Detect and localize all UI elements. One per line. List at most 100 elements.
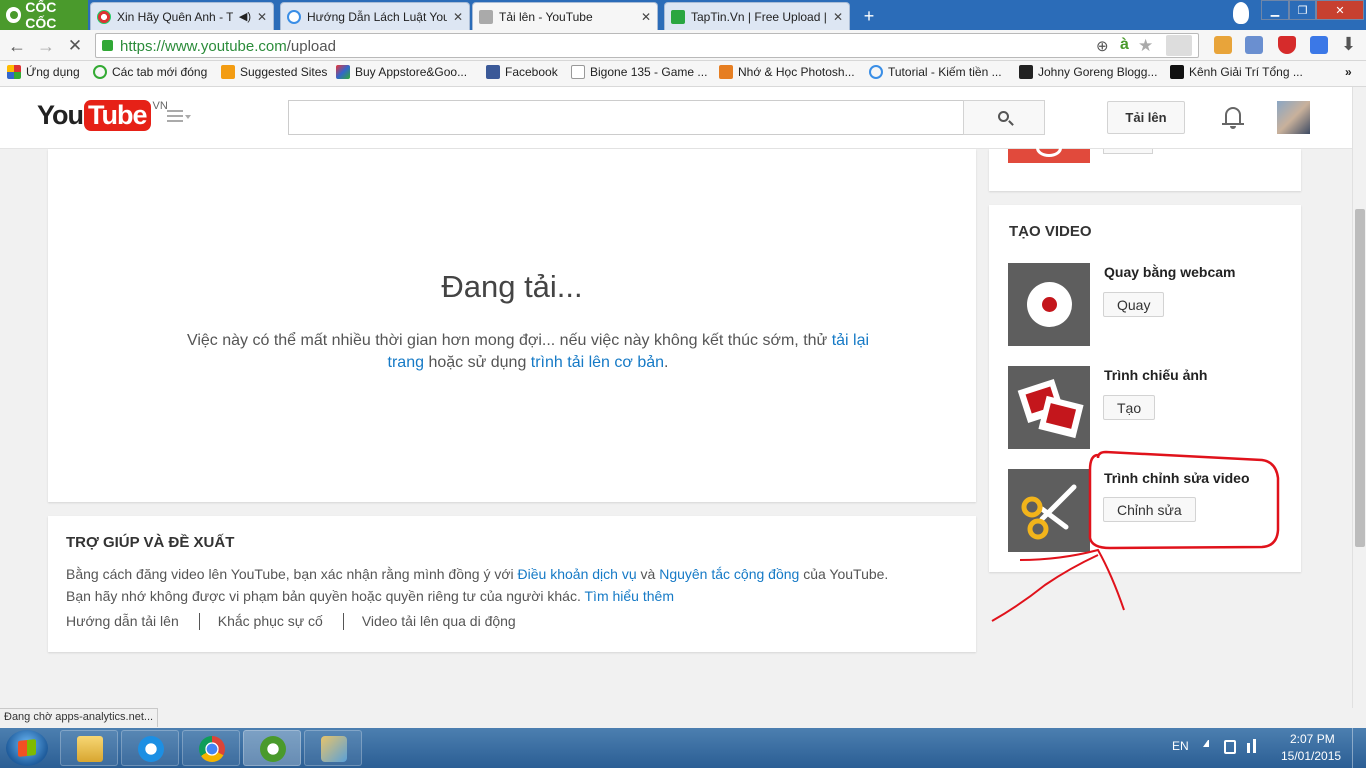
show-desktop-button[interactable]: [1352, 728, 1366, 768]
mobile-upload-link[interactable]: Video tải lên qua di động: [362, 613, 536, 630]
close-icon[interactable]: ✕: [453, 10, 463, 24]
dollar-icon: [869, 65, 883, 79]
close-icon[interactable]: ✕: [257, 10, 267, 24]
back-arrow-icon[interactable]: ←: [6, 35, 28, 57]
learn-more-link[interactable]: Tìm hiểu thêm: [585, 588, 674, 604]
tab-label: Xin Hãy Quên Anh - Trị: [117, 9, 233, 24]
taskbar-explorer[interactable]: [60, 730, 118, 766]
tab-taptin-vn[interactable]: TapTin.Vn | Free Upload | F ✕: [664, 2, 850, 30]
chrome-icon: [199, 736, 225, 762]
tab-xin-hay-quen-anh[interactable]: Xin Hãy Quên Anh - Trị ◀) ✕: [90, 2, 274, 30]
bookmark-label: Các tab mới đóng: [112, 65, 208, 79]
bookmark-kenh-giai-tri[interactable]: Kênh Giải Trí Tổng ...: [1170, 65, 1303, 79]
new-tab-button[interactable]: +: [860, 6, 878, 27]
taskbar-paint[interactable]: [304, 730, 362, 766]
youtube-header: You Tube VN Tải lên: [0, 87, 1352, 149]
tab-tai-len-youtube[interactable]: Tải lên - YouTube ✕: [472, 2, 658, 30]
bookmark-buy-appstore[interactable]: Buy Appstore&Goo...: [336, 65, 467, 79]
more-bookmarks-chevron-icon[interactable]: »: [1345, 65, 1352, 79]
youtube-logo[interactable]: You Tube VN: [37, 100, 168, 131]
browser-toolbar: ← → ✕ https://www.youtube.com/upload ⊕ à…: [0, 30, 1366, 61]
community-guidelines-link[interactable]: Nguyên tắc cộng đồng: [659, 566, 799, 582]
close-icon[interactable]: ✕: [833, 10, 843, 24]
import-button[interactable]: [1103, 149, 1153, 154]
webcam-thumbnail[interactable]: [1008, 263, 1090, 346]
download-icon[interactable]: ⬇: [1341, 34, 1356, 55]
download-video-icon[interactable]: [1166, 35, 1192, 56]
bookmark-recent-tabs[interactable]: Các tab mới đóng: [93, 65, 207, 79]
brand-name: CỐC CỐC: [25, 0, 57, 31]
translate-icon[interactable]: [1310, 36, 1328, 54]
scrollbar-thumb[interactable]: [1355, 209, 1365, 547]
search-input[interactable]: [288, 100, 964, 135]
slideshow-thumbnail[interactable]: [1008, 366, 1090, 449]
notifications-bell-icon[interactable]: [1222, 104, 1244, 130]
upload-loading-card: Đang tải... Việc này có thể mất nhiều th…: [48, 149, 976, 502]
extension-icon[interactable]: [1214, 36, 1232, 54]
create-video-title: TẠO VIDEO: [1009, 223, 1092, 240]
guide-menu-icon[interactable]: [167, 110, 191, 126]
profile-icon[interactable]: [1233, 2, 1249, 24]
tab-huong-dan-lach-luat[interactable]: Hướng Dẫn Lách Luật You ✕: [280, 2, 470, 30]
troubleshoot-link[interactable]: Khắc phục sự cố: [218, 613, 343, 630]
minimize-button[interactable]: ▁: [1261, 0, 1289, 20]
bookmark-apps[interactable]: Ứng dụng: [7, 65, 80, 79]
extension-icon[interactable]: [1245, 36, 1263, 54]
loading-text: .: [664, 354, 669, 371]
help-links: Hướng dẫn tải lên Khắc phục sự cố Video …: [66, 613, 536, 630]
url-path: /upload: [286, 38, 336, 55]
bookmark-label: Nhớ & Học Photosh...: [738, 65, 855, 79]
taskbar-coccoc[interactable]: [243, 730, 301, 766]
restore-button[interactable]: ❐: [1289, 0, 1316, 20]
forward-arrow-icon[interactable]: →: [35, 35, 57, 57]
taskbar-chrome[interactable]: [182, 730, 240, 766]
action-center-icon[interactable]: [1224, 740, 1236, 754]
search-icon: [998, 111, 1009, 122]
bookmark-label: Facebook: [505, 65, 558, 79]
search-button[interactable]: [963, 100, 1045, 135]
bookmark-photoshop[interactable]: Nhớ & Học Photosh...: [719, 65, 855, 79]
clock-time[interactable]: 2:07 PM: [1290, 732, 1335, 746]
bookmark-tutorial[interactable]: Tutorial - Kiếm tiền ...: [869, 65, 1002, 79]
avatar[interactable]: [1277, 101, 1310, 134]
help-text-part: Bằng cách đăng video lên YouTube, bạn xá…: [66, 566, 518, 582]
suggested-sites-icon: [221, 65, 235, 79]
bookmark-johny-goreng[interactable]: Johny Goreng Blogg...: [1019, 65, 1157, 79]
paint-icon: [321, 736, 347, 762]
close-window-button[interactable]: ✕: [1316, 0, 1364, 20]
edit-video-button[interactable]: Chỉnh sửa: [1103, 497, 1196, 522]
stop-loading-icon[interactable]: ✕: [64, 35, 86, 57]
close-icon[interactable]: ✕: [641, 10, 651, 24]
basic-uploader-link[interactable]: trình tải lên cơ bản: [531, 354, 664, 371]
coccoc-menu-button[interactable]: CỐC CỐC: [0, 0, 88, 31]
zoom-icon[interactable]: ⊕: [1096, 37, 1109, 55]
url-text: https://www.youtube.com/upload: [120, 38, 336, 55]
browser-status-bar: Đang chờ apps-analytics.net...: [0, 708, 159, 727]
show-hidden-icons-icon[interactable]: [1203, 740, 1209, 747]
loading-title: Đang tải...: [441, 269, 583, 304]
upload-guide-link[interactable]: Hướng dẫn tải lên: [66, 613, 199, 630]
address-bar[interactable]: https://www.youtube.com/upload ⊕ à ★: [95, 33, 1199, 58]
bookmark-star-icon[interactable]: ★: [1138, 36, 1153, 56]
bookmark-suggested-sites[interactable]: Suggested Sites: [221, 65, 327, 79]
record-button[interactable]: Quay: [1103, 292, 1165, 317]
network-icon[interactable]: [1247, 743, 1250, 753]
bookmark-facebook[interactable]: Facebook: [486, 65, 558, 79]
tab-label: TapTin.Vn | Free Upload | F: [691, 9, 827, 24]
upload-button[interactable]: Tải lên: [1107, 101, 1185, 134]
divider: [342, 613, 344, 630]
create-slideshow-button[interactable]: Tạo: [1103, 395, 1156, 420]
help-title: TRỢ GIÚP VÀ ĐỀ XUẤT: [66, 534, 235, 551]
page-scrollbar[interactable]: [1352, 87, 1366, 708]
taptin-favicon-icon: [671, 9, 685, 24]
video-editor-thumbnail[interactable]: [1008, 469, 1090, 552]
language-indicator[interactable]: EN: [1172, 739, 1189, 753]
bookmarks-bar: Ứng dụng Các tab mới đóng Suggested Site…: [0, 61, 1366, 87]
terms-of-service-link[interactable]: Điều khoản dịch vụ: [518, 566, 637, 582]
taskbar-internet-explorer[interactable]: [121, 730, 179, 766]
clock-date[interactable]: 15/01/2015: [1281, 749, 1341, 763]
start-button-windows-icon[interactable]: [6, 730, 48, 766]
shield-icon[interactable]: [1278, 36, 1296, 54]
bookmark-bigone[interactable]: Bigone 135 - Game ...: [571, 65, 707, 79]
coccoc-input-icon[interactable]: à: [1120, 36, 1129, 54]
